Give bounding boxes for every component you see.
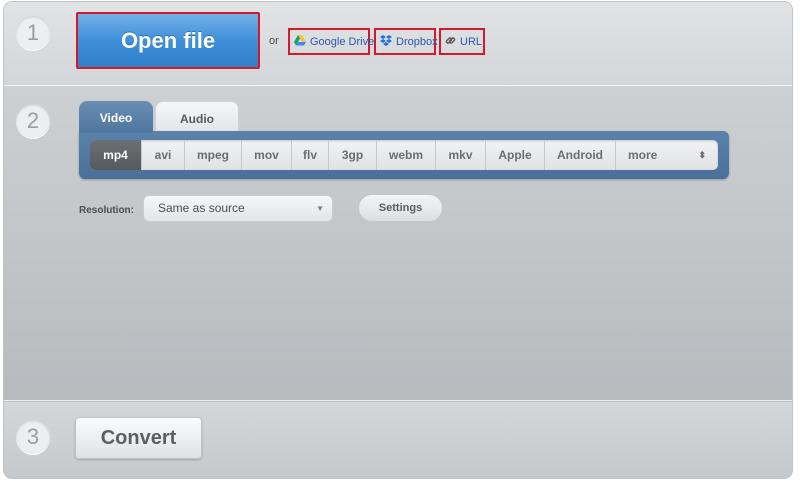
google-drive-link[interactable]: Google Drive xyxy=(288,28,374,55)
resolution-select[interactable]: Same as source ▼ xyxy=(143,195,333,222)
tab-audio[interactable]: Audio xyxy=(155,101,239,133)
link-icon xyxy=(445,35,456,49)
step-2-number: 2 xyxy=(16,104,50,138)
chevron-down-icon: ▼ xyxy=(316,204,324,213)
format-bar: mp4 avi mpeg mov flv 3gp webm mkv Apple … xyxy=(79,131,729,179)
convert-button[interactable]: Convert xyxy=(75,417,202,459)
format-webm[interactable]: webm xyxy=(377,140,436,170)
up-down-arrows-icon: ⬍ xyxy=(698,150,706,160)
format-more-label: more xyxy=(628,148,658,162)
resolution-label: Resolution: xyxy=(79,205,134,216)
dropbox-link[interactable]: Dropbox xyxy=(374,28,438,55)
dropbox-icon xyxy=(380,34,392,49)
dropbox-label: Dropbox xyxy=(396,35,438,48)
format-3gp[interactable]: 3gp xyxy=(329,140,377,170)
format-mov[interactable]: mov xyxy=(242,140,292,170)
step-3-number: 3 xyxy=(16,420,50,454)
format-more[interactable]: more ⬍ xyxy=(616,140,718,170)
url-link[interactable]: URL xyxy=(439,28,485,55)
format-apple[interactable]: Apple xyxy=(486,140,545,170)
open-file-button[interactable]: Open file xyxy=(76,12,260,69)
format-android[interactable]: Android xyxy=(545,140,616,170)
settings-button[interactable]: Settings xyxy=(358,194,443,222)
format-mp4[interactable]: mp4 xyxy=(90,140,142,170)
step-1-number: 1 xyxy=(16,16,50,50)
url-label: URL xyxy=(460,35,483,48)
format-flv[interactable]: flv xyxy=(292,140,329,170)
or-label: or xyxy=(269,35,279,47)
google-drive-icon xyxy=(294,34,306,49)
converter-panel xyxy=(4,2,792,478)
format-list: mp4 avi mpeg mov flv 3gp webm mkv Apple … xyxy=(90,140,718,170)
format-avi[interactable]: avi xyxy=(142,140,185,170)
format-mkv[interactable]: mkv xyxy=(436,140,486,170)
google-drive-label: Google Drive xyxy=(310,35,375,48)
tab-video[interactable]: Video xyxy=(79,101,153,133)
format-mpeg[interactable]: mpeg xyxy=(185,140,242,170)
resolution-value: Same as source xyxy=(158,201,245,215)
